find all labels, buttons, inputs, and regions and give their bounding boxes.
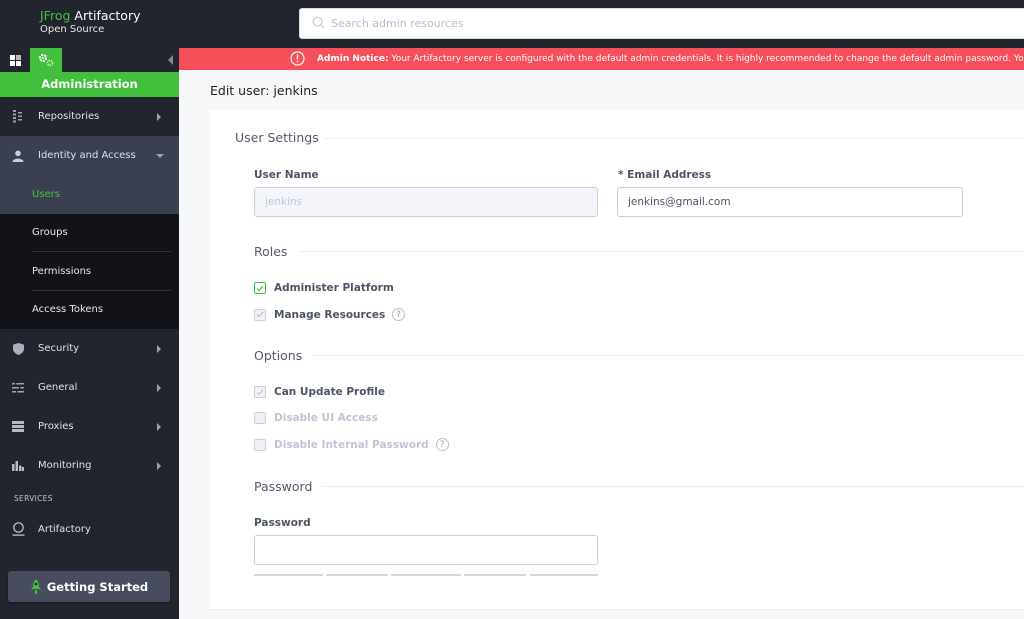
sidebar-item-label: Repositories xyxy=(38,111,100,122)
strength-segment xyxy=(326,574,388,576)
sidebar: Administration Repositories Identity and… xyxy=(0,48,179,619)
sidebar-item-identity-and-access[interactable]: Identity and Access xyxy=(0,136,179,175)
sidebar-item-monitoring[interactable]: Monitoring xyxy=(0,446,179,485)
page-title: Edit user: jenkins xyxy=(210,83,318,98)
sidebar-item-label: General xyxy=(38,382,78,393)
sidebar-item-groups[interactable]: Groups xyxy=(0,214,179,253)
checkbox-label: Disable UI Access xyxy=(274,412,378,424)
help-icon[interactable]: ? xyxy=(435,438,449,451)
password-field[interactable] xyxy=(254,535,598,565)
getting-started-button[interactable]: Getting Started xyxy=(8,571,170,602)
tab-application[interactable] xyxy=(0,48,30,72)
option-can-update-profile[interactable]: Can Update Profile xyxy=(254,386,385,398)
search-icon xyxy=(312,16,325,29)
server-icon xyxy=(11,420,25,434)
username-label: User Name xyxy=(254,169,319,181)
divider xyxy=(324,138,1024,139)
disable-internal-password-checkbox[interactable] xyxy=(254,438,266,451)
grid-icon xyxy=(9,54,21,66)
sidebar-item-users[interactable]: Users xyxy=(0,175,179,214)
jfrog-logo[interactable]: JFrog Artifactory Open Source xyxy=(40,9,140,37)
admin-notice-banner: Admin Notice: Your Artifactory server is… xyxy=(179,48,1024,70)
bar-chart-icon xyxy=(11,459,25,473)
check-icon xyxy=(256,389,264,395)
gears-icon xyxy=(39,54,54,67)
notice-text: Your Artifactory server is configured wi… xyxy=(388,54,1024,64)
sidebar-item-label: Artifactory xyxy=(38,523,91,535)
admin-search-bar[interactable] xyxy=(299,8,1024,39)
checkbox-label: Disable Internal Password xyxy=(274,438,429,451)
strength-segment xyxy=(391,574,461,576)
sidebar-item-permissions[interactable]: Permissions xyxy=(0,252,179,291)
sidebar-item-label: Monitoring xyxy=(38,460,92,471)
role-administer-platform[interactable]: Administer Platform xyxy=(254,282,394,294)
search-input[interactable] xyxy=(331,9,1011,38)
password-header: Password xyxy=(254,479,313,494)
user-icon xyxy=(11,149,25,163)
disable-ui-access-checkbox[interactable] xyxy=(254,412,266,424)
sidebar-item-label: Proxies xyxy=(38,421,74,432)
sidebar-item-repositories[interactable]: Repositories xyxy=(0,97,179,136)
options-header: Options xyxy=(254,348,303,363)
chevron-right-icon xyxy=(157,422,161,431)
sidebar-item-access-tokens[interactable]: Access Tokens xyxy=(0,291,179,330)
chevron-left-icon xyxy=(167,55,173,65)
chevron-down-icon xyxy=(156,153,164,158)
divider xyxy=(299,251,1024,252)
brand-prefix: JFrog xyxy=(40,8,71,23)
strength-segment xyxy=(254,574,323,576)
sidebar-item-artifactory[interactable]: Artifactory xyxy=(0,510,179,548)
check-icon xyxy=(256,311,264,318)
services-header: SERVICES xyxy=(14,494,53,503)
can-update-profile-checkbox[interactable] xyxy=(254,386,266,398)
alert-icon xyxy=(290,51,305,66)
repositories-icon xyxy=(11,110,25,124)
shield-icon xyxy=(11,342,25,356)
tab-administration[interactable] xyxy=(30,48,62,72)
sidebar-item-security[interactable]: Security xyxy=(0,329,179,368)
option-disable-ui-access[interactable]: Disable UI Access xyxy=(254,412,378,424)
sliders-icon xyxy=(11,381,25,395)
password-label: Password xyxy=(254,517,311,529)
checkbox-label: Can Update Profile xyxy=(274,386,385,398)
sidebar-item-label: Security xyxy=(38,343,80,354)
sidebar-title: Administration xyxy=(0,72,179,97)
checkbox-label: Administer Platform xyxy=(274,282,394,294)
sidebar-item-general[interactable]: General xyxy=(0,368,179,407)
divider xyxy=(322,486,1024,487)
artifactory-icon xyxy=(11,522,25,536)
brand-name: Artifactory xyxy=(70,8,141,23)
strength-segment xyxy=(530,574,598,576)
username-field xyxy=(254,187,598,217)
option-disable-internal-password[interactable]: Disable Internal Password ? xyxy=(254,438,449,451)
getting-started-label: Getting Started xyxy=(46,579,149,594)
collapse-sidebar-button[interactable] xyxy=(166,54,174,66)
manage-resources-checkbox[interactable] xyxy=(254,308,266,321)
checkbox-label: Manage Resources xyxy=(274,308,386,321)
notice-title: Admin Notice: xyxy=(317,54,389,64)
divider xyxy=(313,355,1024,356)
chevron-right-icon xyxy=(157,461,161,470)
rocket-icon xyxy=(30,578,41,594)
edition-label: Open Source xyxy=(40,24,105,35)
email-label: * Email Address xyxy=(618,169,712,181)
chevron-right-icon xyxy=(157,112,161,121)
role-manage-resources[interactable]: Manage Resources ? xyxy=(254,308,406,321)
help-icon[interactable]: ? xyxy=(392,308,406,321)
user-settings-header: User Settings xyxy=(235,130,319,145)
sidebar-item-label: Identity and Access xyxy=(38,150,136,161)
administer-platform-checkbox[interactable] xyxy=(254,282,266,294)
identity-submenu: Users Groups Permissions Access Tokens xyxy=(0,175,179,329)
chevron-right-icon xyxy=(157,344,161,353)
chevron-right-icon xyxy=(157,383,161,392)
roles-header: Roles xyxy=(254,244,288,259)
email-field[interactable] xyxy=(617,187,963,217)
strength-segment xyxy=(464,574,526,576)
top-bar: JFrog Artifactory Open Source xyxy=(0,0,1024,48)
sidebar-item-proxies[interactable]: Proxies xyxy=(0,407,179,446)
check-icon xyxy=(256,285,264,291)
